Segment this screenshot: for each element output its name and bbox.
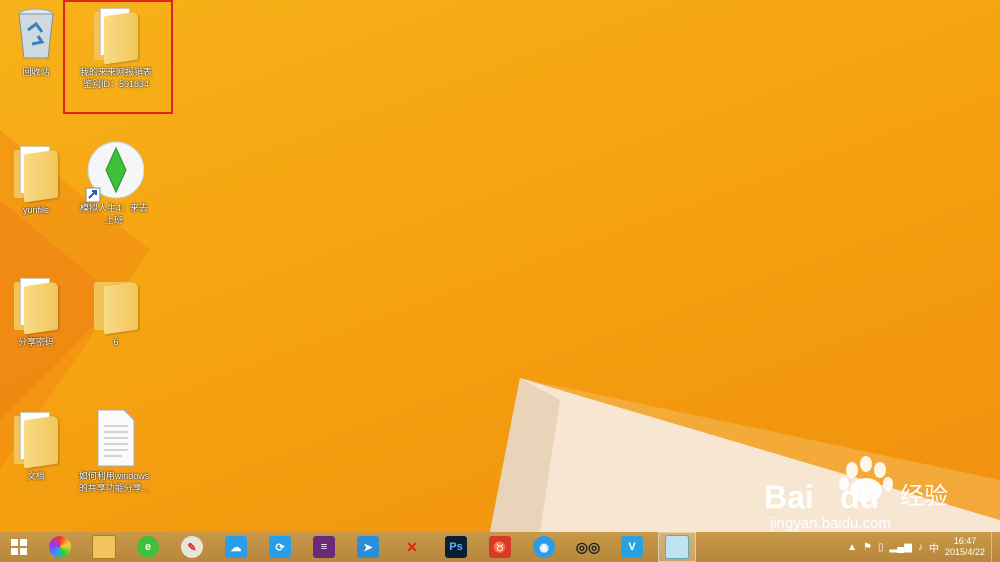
taskbar-photoshop[interactable]: Ps xyxy=(438,533,474,561)
selection-highlight-box xyxy=(63,0,173,114)
watermark-brand-du: du xyxy=(840,479,879,515)
binoculars-icon: ◎◎ xyxy=(575,538,601,555)
cloud-icon: ☁ xyxy=(225,536,247,558)
desktop-icon-text-document[interactable]: 如何利用windows的共享功能分享... xyxy=(76,408,152,494)
chevron-up-icon[interactable]: ▲ xyxy=(847,542,857,553)
red-x-icon: ✕ xyxy=(406,538,418,555)
start-button[interactable] xyxy=(4,533,34,561)
flag-icon[interactable]: ⚑ xyxy=(863,542,872,553)
desktop-icon-folder-6[interactable]: 6 xyxy=(78,274,154,348)
taskbar-app-8[interactable]: ➤ xyxy=(350,533,386,561)
books-icon: ≡ xyxy=(313,536,335,558)
clock[interactable]: 16:47 2015/4/22 xyxy=(945,536,985,558)
baidu-jingyan-watermark: Bai du 经验 jingyan.baidu.com xyxy=(760,452,990,532)
folder-icon xyxy=(90,274,142,335)
clock-time: 16:47 xyxy=(953,536,977,546)
ime-indicator[interactable]: 中 xyxy=(929,540,939,555)
windows-logo-icon xyxy=(11,539,27,555)
desktop-icon-label: 文档 xyxy=(26,471,45,481)
colorful-app-icon xyxy=(49,536,71,558)
desktop-icon-label: 如何利用windows的共享功能分享... xyxy=(78,471,150,493)
v-icon: V xyxy=(621,536,643,558)
window-icon xyxy=(665,535,689,559)
folder-icon xyxy=(10,274,62,335)
watermark-cn: 经验 xyxy=(900,482,948,510)
taskbar-app-11[interactable]: ♉ xyxy=(482,533,518,561)
file-explorer-icon xyxy=(92,535,116,559)
taskbar-file-explorer[interactable] xyxy=(86,533,122,561)
paint-icon: ✎ xyxy=(181,536,203,558)
photoshop-icon: Ps xyxy=(445,536,467,558)
clock-date: 2015/4/22 xyxy=(944,547,985,557)
volume-icon[interactable]: ♪ xyxy=(918,542,923,553)
taskbar-app-1[interactable] xyxy=(42,533,78,561)
network-signal-icon[interactable]: ▂▄▆ xyxy=(889,542,911,553)
taskbar-app-3[interactable]: e xyxy=(130,533,166,561)
desktop-icon-share-password[interactable]: 分享密码 xyxy=(0,274,74,348)
taskbar-app-6[interactable]: ⟳ xyxy=(262,533,298,561)
chat-bubble-icon: ◉ xyxy=(533,536,555,558)
bird-icon: ➤ xyxy=(357,536,379,558)
system-tray: ▲ ⚑ ▯ ▂▄▆ ♪ 中 16:47 2015/4/22 xyxy=(847,532,996,562)
taskbar-app-4[interactable]: ✎ xyxy=(174,533,210,561)
sync-icon: ⟳ xyxy=(269,536,291,558)
desktop-icon-label: 分享密码 xyxy=(17,337,54,347)
watermark-brand: Bai xyxy=(764,479,814,515)
taskbar-app-14[interactable]: V xyxy=(614,533,650,561)
desktop-icon-label: 6 xyxy=(113,337,119,347)
folder-icon xyxy=(10,142,62,203)
taskbar-app-15[interactable] xyxy=(658,532,696,562)
desktop-icon-label: 模拟人生4：来去上班 xyxy=(79,203,148,225)
desktop-icon-label: yunfile xyxy=(22,205,49,215)
taskbar-app-12[interactable]: ◉ xyxy=(526,533,562,561)
watermark-url: jingyan.baidu.com xyxy=(769,515,891,532)
desktop-icon-sims-shortcut[interactable]: 模拟人生4：来去上班 xyxy=(76,140,152,226)
desktop[interactable]: 回收站 我的来来网报销表 鉴别ID：591834 yunfile 模拟人生4：来… xyxy=(0,0,1000,532)
desktop-icon-yunfile[interactable]: yunfile xyxy=(0,142,74,216)
sims-shortcut-icon xyxy=(85,140,145,203)
battery-icon[interactable]: ▯ xyxy=(878,542,884,553)
show-desktop-button[interactable] xyxy=(991,532,996,562)
cow-icon: ♉ xyxy=(489,536,511,558)
taskbar-app-9[interactable]: ✕ xyxy=(394,533,430,561)
folder-icon xyxy=(10,408,62,469)
taskbar-app-13[interactable]: ◎◎ xyxy=(570,533,606,561)
text-document-icon xyxy=(88,408,140,467)
taskbar: e ✎ ☁ ⟳ ≡ ➤ ✕ Ps ♉ ◉ ◎◎ V ▲ ⚑ ▯ ▂▄▆ ♪ 中 … xyxy=(0,532,1000,562)
desktop-icon-documents[interactable]: 文档 xyxy=(0,408,74,482)
taskbar-app-7[interactable]: ≡ xyxy=(306,533,342,561)
taskbar-app-5[interactable]: ☁ xyxy=(218,533,254,561)
recycle-bin-icon xyxy=(10,4,62,62)
green-e-icon: e xyxy=(137,536,159,558)
